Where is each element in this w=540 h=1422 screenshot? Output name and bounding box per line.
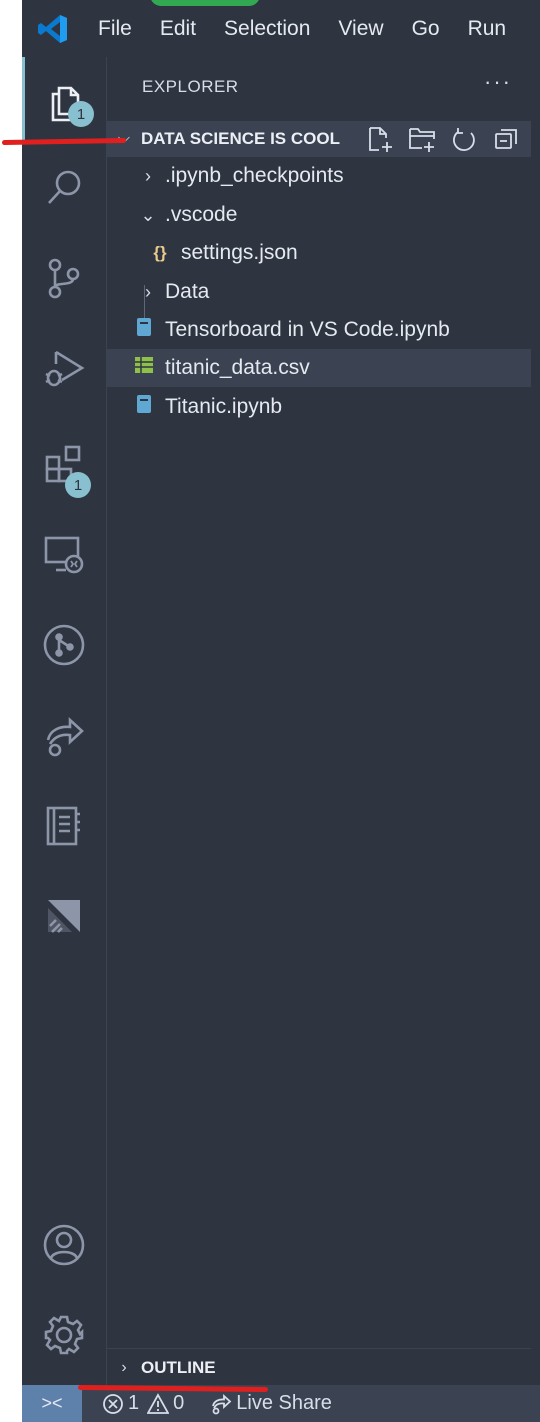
live-share-icon xyxy=(46,717,84,757)
chevron-down-icon: ⌄ xyxy=(140,204,156,225)
tree-item-titanic-notebook[interactable]: Titanic.ipynb xyxy=(107,388,531,426)
warning-count: 0 xyxy=(173,1392,185,1414)
menu-file[interactable]: File xyxy=(84,0,146,57)
remote-icon: >< xyxy=(41,1393,63,1413)
source-control-icon xyxy=(48,258,80,299)
menu-selection[interactable]: Selection xyxy=(210,0,324,57)
activity-pull-requests[interactable] xyxy=(22,602,106,688)
live-share-status[interactable]: Live Share xyxy=(204,1392,338,1415)
title-bar: File Edit Selection View Go Run xyxy=(22,0,540,57)
menu-run[interactable]: Run xyxy=(454,0,521,57)
chevron-right-icon: › xyxy=(121,1358,127,1376)
gear-icon xyxy=(44,1315,84,1355)
workspace-title: DATA SCIENCE IS COOL xyxy=(141,129,340,148)
account-icon xyxy=(43,1224,85,1266)
tree-item-label: .vscode xyxy=(165,203,238,226)
tree-item-titanic-csv[interactable]: titanic_data.csv xyxy=(107,349,531,387)
outline-section-header[interactable]: › OUTLINE xyxy=(107,1348,531,1386)
live-share-icon xyxy=(212,1393,232,1414)
menu-edit[interactable]: Edit xyxy=(146,0,210,57)
tree-item-label: titanic_data.csv xyxy=(165,356,310,379)
tree-item-data[interactable]: › Data xyxy=(107,273,531,311)
menu-view[interactable]: View xyxy=(324,0,397,57)
problems-indicator[interactable]: 1 0 xyxy=(96,1392,190,1415)
notebook-file-icon xyxy=(133,394,155,420)
new-folder-icon[interactable] xyxy=(407,125,437,153)
tree-item-label: settings.json xyxy=(181,241,298,264)
notebook-file-icon xyxy=(133,317,155,343)
chevron-right-icon: › xyxy=(145,165,151,186)
activity-manage[interactable] xyxy=(22,1292,106,1378)
outline-title: OUTLINE xyxy=(141,1357,216,1377)
remote-explorer-icon xyxy=(44,536,84,574)
activity-explorer[interactable]: 1 xyxy=(22,57,106,143)
activity-remote-explorer[interactable] xyxy=(22,511,106,597)
vscode-logo-icon xyxy=(38,15,67,43)
new-file-icon[interactable] xyxy=(365,125,395,153)
json-file-icon: {} xyxy=(153,243,167,262)
tree-item-label: .ipynb_checkpoints xyxy=(165,164,344,187)
activity-live-share[interactable] xyxy=(22,693,106,779)
explorer-sidebar: EXPLORER ··· ⌵ DATA SCIENCE IS COOL xyxy=(106,57,540,1385)
tree-item-vscode[interactable]: ⌄ .vscode xyxy=(107,196,531,234)
explorer-title: EXPLORER xyxy=(142,77,239,96)
chevron-right-icon: › xyxy=(145,281,151,302)
tree-item-label: Tensorboard in VS Code.ipynb xyxy=(165,318,450,341)
more-actions-button[interactable]: ··· xyxy=(484,69,512,95)
csv-file-icon xyxy=(133,356,155,380)
tree-item-tensorboard-notebook[interactable]: Tensorboard in VS Code.ipynb xyxy=(107,311,531,349)
run-debug-icon xyxy=(45,350,85,387)
vscode-window: File Edit Selection View Go Run 1 1 EXPL… xyxy=(22,0,540,1422)
pull-request-icon xyxy=(43,624,85,666)
azure-icon xyxy=(48,900,80,933)
activity-azure[interactable] xyxy=(22,873,106,959)
remote-indicator-button[interactable]: >< xyxy=(22,1385,82,1422)
extensions-badge: 1 xyxy=(65,472,91,498)
activity-bar: 1 1 xyxy=(22,57,106,1385)
explorer-badge: 1 xyxy=(68,101,94,127)
activity-notebook[interactable] xyxy=(22,783,106,869)
tree-item-settings-json[interactable]: {} settings.json xyxy=(107,234,531,272)
tree-item-ipynb-checkpoints[interactable]: › .ipynb_checkpoints xyxy=(107,157,531,195)
tree-item-label: Titanic.ipynb xyxy=(165,395,283,418)
activity-extensions[interactable]: 1 xyxy=(22,422,106,508)
error-count: 1 xyxy=(128,1392,140,1414)
activity-accounts[interactable] xyxy=(22,1202,106,1288)
tree-item-label: Data xyxy=(165,280,210,303)
warning-icon xyxy=(147,1392,170,1414)
activity-run-debug[interactable] xyxy=(22,325,106,411)
status-bar: >< 1 0 Live Share xyxy=(22,1385,540,1422)
activity-source-control[interactable] xyxy=(22,235,106,321)
live-share-label: Live Share xyxy=(236,1392,332,1414)
collapse-all-icon[interactable] xyxy=(491,125,521,153)
workspace-section-header[interactable]: ⌵ DATA SCIENCE IS COOL xyxy=(107,121,531,157)
notebook-icon xyxy=(46,806,80,846)
section-actions xyxy=(365,125,521,153)
error-icon xyxy=(103,1393,123,1414)
menu-bar: File Edit Selection View Go Run xyxy=(84,0,520,57)
search-icon xyxy=(48,170,81,204)
menu-go[interactable]: Go xyxy=(398,0,454,57)
refresh-icon[interactable] xyxy=(449,125,479,153)
activity-search[interactable] xyxy=(22,145,106,231)
